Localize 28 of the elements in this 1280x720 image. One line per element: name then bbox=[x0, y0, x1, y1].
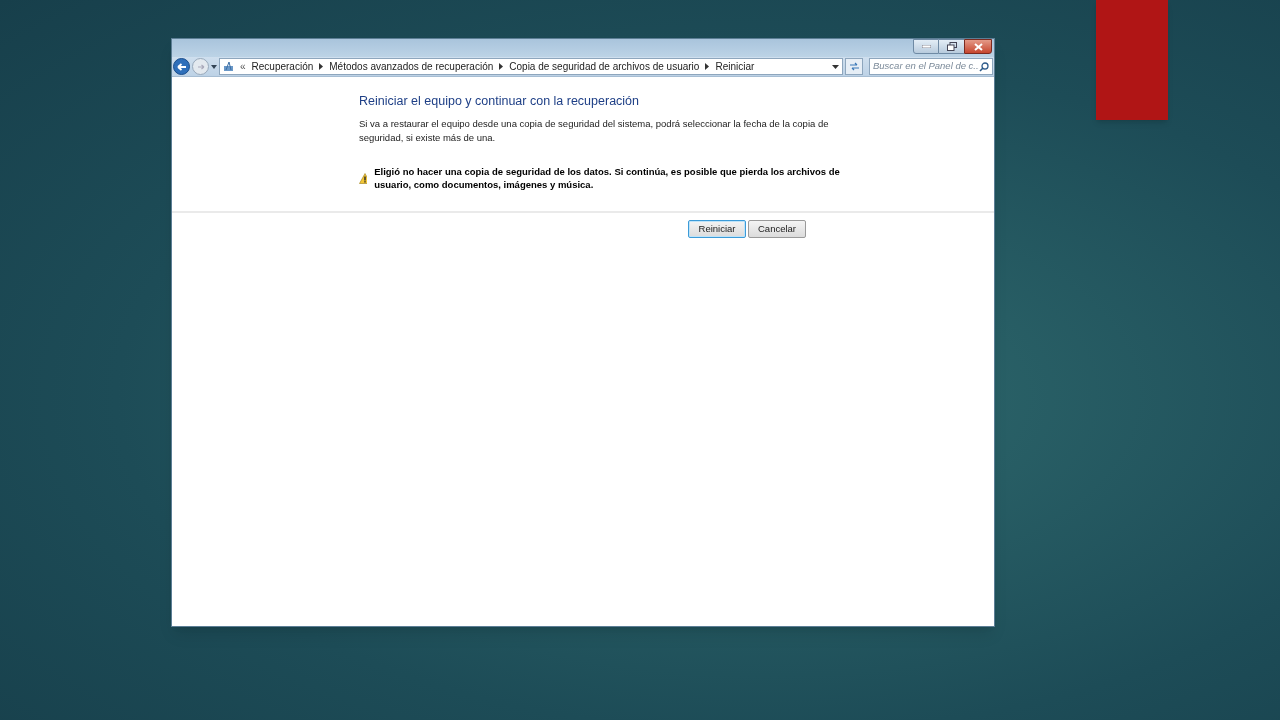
address-dropdown-icon[interactable] bbox=[832, 64, 839, 69]
back-button[interactable] bbox=[173, 58, 190, 75]
breadcrumb-chevron-icon[interactable] bbox=[705, 63, 710, 70]
warning-icon bbox=[359, 172, 368, 184]
close-button[interactable] bbox=[964, 39, 992, 54]
warning-text: Eligió no hacer una copia de seguridad de los datos. Si continúa, es posible que pierda los archivos de usuario, como documentos, imágenes y música. bbox=[374, 165, 841, 191]
breadcrumb[interactable]: Copia de seguridad de archivos de usuario bbox=[509, 59, 700, 74]
restore-button[interactable] bbox=[939, 39, 964, 54]
breadcrumb-chevron-icon[interactable] bbox=[319, 63, 324, 70]
description-text: Si va a restaurar el equipo desde una copia de seguridad del sistema, podrá seleccionar la fecha de la copia de seguridad, si existe más de una. bbox=[359, 117, 830, 145]
close-icon bbox=[973, 42, 983, 51]
dialog-button[interactable]: Reiniciar bbox=[688, 220, 746, 238]
breadcrumb[interactable]: Recuperación bbox=[251, 59, 314, 74]
restore-icon bbox=[946, 42, 957, 51]
back-arrow-icon bbox=[176, 62, 187, 71]
control-panel-icon bbox=[223, 61, 234, 72]
forward-arrow-icon bbox=[196, 63, 205, 70]
breadcrumb-overflow[interactable]: « bbox=[240, 59, 246, 74]
search-icon[interactable] bbox=[979, 61, 989, 72]
minimize-icon bbox=[921, 45, 931, 48]
dialog-button[interactable]: Cancelar bbox=[748, 220, 806, 238]
breadcrumb-chevron-icon[interactable] bbox=[499, 63, 504, 70]
address-bar[interactable]: « Recuperación Métodos avanzados de recuperación Copia de seguridad de archivos de usuario Reiniciar bbox=[219, 58, 843, 75]
history-dropdown-icon[interactable] bbox=[211, 64, 217, 69]
breadcrumb[interactable]: Métodos avanzados de recuperación bbox=[329, 59, 494, 74]
refresh-icon bbox=[848, 62, 860, 71]
page-title: Reiniciar el equipo y continuar con la recuperación bbox=[359, 93, 641, 109]
breadcrumb[interactable]: Reiniciar bbox=[715, 59, 755, 74]
